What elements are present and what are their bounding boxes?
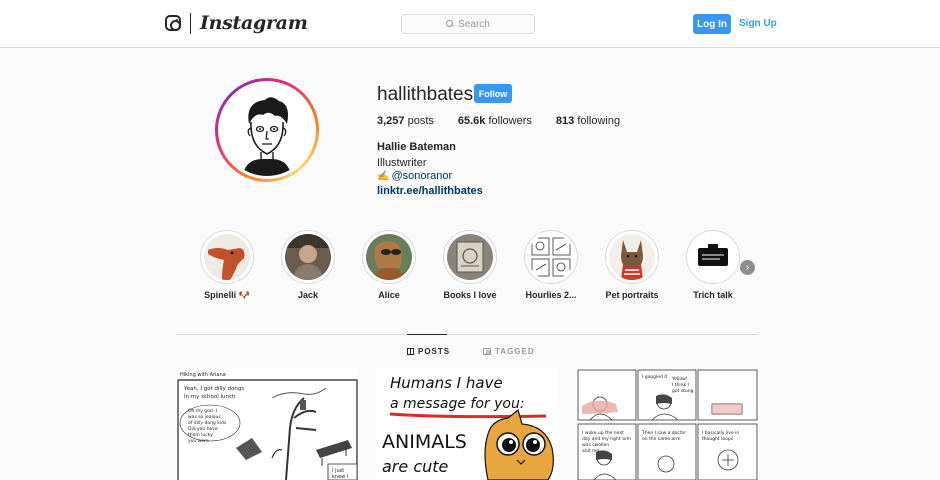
followers-count[interactable]: 65.6k followers xyxy=(458,115,532,127)
search-placeholder: Search xyxy=(458,18,490,30)
highlight-cover xyxy=(447,234,493,280)
post-caption-line: was swollen xyxy=(582,442,609,448)
profile-link[interactable]: linktr.ee/hallithbates xyxy=(377,185,483,197)
login-button[interactable]: Log In xyxy=(693,14,731,34)
highlight-pet-portraits[interactable]: Pet portraits xyxy=(592,230,672,300)
post-caption-line: got stung xyxy=(672,388,694,394)
active-tab-indicator xyxy=(407,334,447,335)
post-thumbnail[interactable]: Hiking with Ariana Yeah, I got dilly don… xyxy=(176,368,359,480)
logo-divider xyxy=(190,13,191,34)
post-caption-line: was so jealous xyxy=(188,414,221,420)
highlight-label: Trich talk xyxy=(693,290,733,300)
posts-count: 3,257 posts xyxy=(377,115,434,127)
highlight-cover xyxy=(366,234,412,280)
post-caption-line: are cute xyxy=(382,457,449,476)
highlight-label: Spinelli 🐶 xyxy=(204,290,250,300)
post-caption-line: ANIMALS xyxy=(382,431,467,453)
tabs-divider xyxy=(176,334,758,335)
post-caption-line: in my school lunch xyxy=(184,394,236,400)
highlight-books[interactable]: Books I love xyxy=(430,230,510,300)
tagged-icon xyxy=(483,348,491,355)
profile-full-name: Hallie Bateman xyxy=(377,141,456,153)
post-caption-line: knew I xyxy=(332,474,348,480)
highlight-label: Hourlies 2... xyxy=(525,290,577,300)
highlight-label: Alice xyxy=(378,290,400,300)
highlight-cover xyxy=(609,234,655,280)
post-thumbnail[interactable]: Humans I have a message for you: ANIMALS… xyxy=(376,368,559,480)
profile-mention-line: ✍ @sonoranor xyxy=(377,170,452,182)
post-caption-line: Then I saw a doctor xyxy=(641,430,686,436)
highlight-alice[interactable]: Alice xyxy=(349,230,429,300)
grid-icon xyxy=(407,348,414,355)
profile-stats: 3,257 posts 65.6k followers 813 followin… xyxy=(377,115,644,127)
tab-posts[interactable]: POSTS xyxy=(407,347,450,356)
post-caption-line: I woke up the next xyxy=(582,430,624,436)
tab-tagged[interactable]: TAGGED xyxy=(483,347,535,356)
post-caption-line: Did you have xyxy=(188,426,218,432)
highlight-cover xyxy=(528,234,574,280)
profile-avatar[interactable] xyxy=(215,78,319,182)
profile-username: hallithbates xyxy=(377,84,474,105)
search-icon xyxy=(446,20,454,28)
profile-bio: Illustwriter xyxy=(377,157,427,169)
highlight-cover xyxy=(285,234,331,280)
highlight-label: Books I love xyxy=(443,290,497,300)
highlight-hourlies[interactable]: Hourlies 2... xyxy=(511,230,591,300)
post-caption-line: Humans I have xyxy=(390,374,503,392)
pencil-icon: ✍ xyxy=(377,170,390,182)
post-caption-line: Oh my god, I xyxy=(188,408,217,414)
following-count[interactable]: 813 following xyxy=(556,115,620,127)
instagram-glyph-icon[interactable] xyxy=(165,15,181,31)
post-caption-line: Yellow! xyxy=(671,376,688,382)
tab-tagged-label: TAGGED xyxy=(495,347,535,356)
signup-link[interactable]: Sign Up xyxy=(739,18,777,29)
post-caption-line: I basically live in xyxy=(702,430,739,436)
post-caption-line: Yeah, I got dilly dongs xyxy=(183,386,244,392)
post-caption-line: them lucky xyxy=(188,432,213,438)
post-caption-line: Hiking with Ariana xyxy=(180,372,226,378)
post-caption-line: day and my right arm xyxy=(582,436,631,442)
post-caption-line: I googled it xyxy=(642,374,668,380)
highlight-spinelli[interactable]: Spinelli 🐶 xyxy=(187,230,267,301)
highlight-jack[interactable]: Jack xyxy=(268,230,348,300)
post-caption-line: I think I xyxy=(672,382,689,388)
post-caption-line: a message for you: xyxy=(390,396,525,412)
post-thumbnail[interactable]: I woke up the next day and my right arm … xyxy=(576,368,759,480)
post-caption-line: thought loops xyxy=(702,436,734,442)
post-caption-line: of dilly dong kids xyxy=(188,420,227,426)
highlight-label: Jack xyxy=(297,290,319,300)
search-input[interactable]: Search xyxy=(401,14,535,34)
follow-button[interactable]: Follow xyxy=(474,84,512,103)
highlight-label: Pet portraits xyxy=(605,290,659,300)
avatar-illustration xyxy=(221,84,313,176)
highlight-cover xyxy=(690,234,736,280)
post-caption-line: and red xyxy=(582,448,599,454)
post-caption-line: on the same arm xyxy=(642,436,680,442)
highlight-cover xyxy=(204,234,250,280)
post-caption-line: you were xyxy=(188,438,209,444)
instagram-wordmark[interactable]: Instagram xyxy=(200,12,308,34)
highlights-next-icon[interactable]: › xyxy=(740,260,755,275)
profile-mention[interactable]: @sonoranor xyxy=(391,170,452,182)
tab-posts-label: POSTS xyxy=(418,347,451,356)
top-nav: Instagram Search Log In Sign Up xyxy=(0,0,940,48)
